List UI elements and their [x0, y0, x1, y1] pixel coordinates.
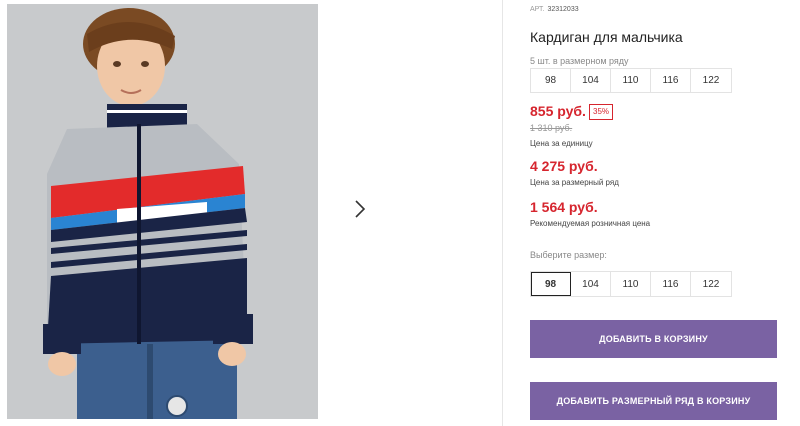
gallery-next-button[interactable] — [341, 192, 379, 230]
size-option-122[interactable]: 122 — [691, 272, 731, 296]
article-number: АРТ. 32312033 — [530, 6, 579, 13]
product-gallery — [0, 0, 503, 426]
pack-size-item: 122 — [702, 75, 720, 86]
rrp-price: 1 564 руб. — [530, 199, 598, 215]
size-option-104[interactable]: 104 — [571, 272, 611, 296]
pack-size-item: 116 — [651, 69, 691, 92]
add-to-cart-button[interactable]: ДОБАВИТЬ В КОРЗИНУ — [530, 320, 777, 358]
pack-size-item: 110 — [611, 69, 651, 92]
old-price: 1 310 руб. — [530, 123, 573, 133]
size-select-label: Выберите размер: — [530, 250, 607, 260]
size-option-110[interactable]: 110 — [611, 272, 651, 296]
pack-price-note: Цена за размерный ряд — [530, 178, 619, 187]
add-pack-to-cart-button[interactable]: ДОБАВИТЬ РАЗМЕРНЫЙ РЯД В КОРЗИНУ — [530, 382, 777, 420]
product-photo — [7, 4, 318, 419]
size-option-116[interactable]: 116 — [651, 272, 691, 296]
panel-divider — [502, 0, 503, 426]
discount-badge: 35% — [589, 104, 614, 120]
pack-count-note: 5 шт. в размерном ряду — [530, 56, 629, 66]
size-option-98[interactable]: 98 — [531, 272, 571, 296]
article-label: АРТ. — [530, 6, 545, 13]
pack-size-item: 98 — [531, 69, 571, 92]
pack-price: 4 275 руб. — [530, 158, 598, 174]
pack-size-item: 104 — [571, 69, 611, 92]
chevron-right-icon — [354, 199, 366, 223]
size-selector: 98 104 110 116 122 — [530, 271, 732, 297]
unit-price: 855 руб. — [530, 103, 586, 119]
unit-price-note: Цена за единицу — [530, 139, 593, 148]
article-value: 32312033 — [547, 6, 579, 13]
product-title: Кардиган для мальчика — [530, 29, 683, 45]
rrp-price-note: Рекомендуемая розничная цена — [530, 219, 651, 228]
pack-size-list: 98 104 110 116 122 — [530, 68, 732, 93]
